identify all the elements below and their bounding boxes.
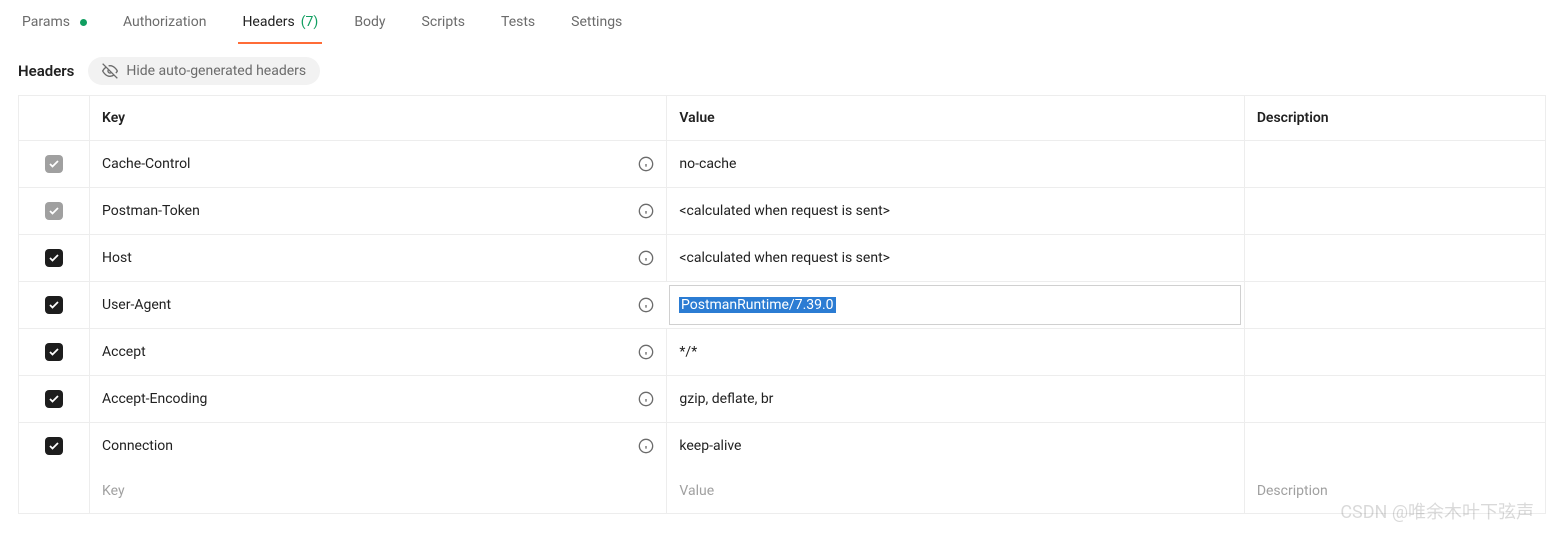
key-column-header: Key xyxy=(89,96,666,140)
value-text: no-cache xyxy=(679,156,736,172)
key-cell[interactable]: Host xyxy=(89,235,666,281)
row-checkbox[interactable] xyxy=(45,249,63,267)
key-text: Cache-Control xyxy=(102,156,190,172)
row-checkbox[interactable] xyxy=(45,296,63,314)
checkbox-cell xyxy=(19,282,89,328)
tab-body[interactable]: Body xyxy=(350,0,389,44)
key-text: Accept-Encoding xyxy=(102,391,207,407)
value-cell[interactable]: PostmanRuntime/7.39.0 xyxy=(669,285,1241,325)
value-cell[interactable]: no-cache xyxy=(666,141,1243,187)
info-icon[interactable] xyxy=(638,344,654,360)
checkbox-column-header xyxy=(19,96,89,140)
tab-headers[interactable]: Headers (7) xyxy=(238,0,322,44)
new-value-input[interactable]: Value xyxy=(666,469,1243,513)
key-cell[interactable]: Accept-Encoding xyxy=(89,376,666,422)
tab-tests[interactable]: Tests xyxy=(497,0,539,44)
value-cell[interactable]: <calculated when request is sent> xyxy=(666,235,1243,281)
modified-dot-icon xyxy=(80,19,87,26)
description-column-header: Description xyxy=(1244,96,1545,140)
description-cell[interactable] xyxy=(1244,282,1545,328)
key-cell[interactable]: Accept xyxy=(89,329,666,375)
new-key-input[interactable]: Key xyxy=(89,469,666,513)
key-text: User-Agent xyxy=(102,297,171,313)
request-tabs: Params Authorization Headers (7) Body Scripts… xyxy=(0,0,1564,45)
tab-label: Headers xyxy=(242,14,294,30)
new-header-row: Key Value Description xyxy=(19,469,1545,513)
tab-label: Params xyxy=(22,14,70,30)
value-column-header: Value xyxy=(666,96,1243,140)
table-row: Cache-Control no-cache xyxy=(19,141,1545,188)
new-row-checkbox-cell xyxy=(19,469,89,513)
checkbox-cell xyxy=(19,329,89,375)
table-header: Key Value Description xyxy=(19,96,1545,141)
tab-settings[interactable]: Settings xyxy=(567,0,626,44)
table-row: Accept-Encoding gzip, deflate, br xyxy=(19,376,1545,423)
table-row: Host <calculated when request is sent> xyxy=(19,235,1545,282)
info-icon[interactable] xyxy=(638,156,654,172)
tab-authorization[interactable]: Authorization xyxy=(119,0,210,44)
key-text: Postman-Token xyxy=(102,203,200,219)
tab-label: Body xyxy=(354,14,385,30)
checkbox-cell xyxy=(19,235,89,281)
tab-scripts[interactable]: Scripts xyxy=(418,0,469,44)
key-cell[interactable]: Cache-Control xyxy=(89,141,666,187)
info-icon[interactable] xyxy=(638,391,654,407)
value-text: gzip, deflate, br xyxy=(679,391,773,407)
info-icon[interactable] xyxy=(638,250,654,266)
value-cell[interactable]: */* xyxy=(666,329,1243,375)
tab-label: Authorization xyxy=(123,14,206,30)
key-cell[interactable]: User-Agent xyxy=(89,282,666,328)
row-checkbox[interactable] xyxy=(45,155,63,173)
table-row: Connection keep-alive xyxy=(19,423,1545,469)
checkbox-cell xyxy=(19,376,89,422)
tab-params[interactable]: Params xyxy=(18,0,91,44)
table-row: Postman-Token <calculated when request is… xyxy=(19,188,1545,235)
row-checkbox[interactable] xyxy=(45,343,63,361)
description-cell[interactable] xyxy=(1244,141,1545,187)
checkbox-cell xyxy=(19,188,89,234)
description-cell[interactable] xyxy=(1244,329,1545,375)
key-text: Host xyxy=(102,250,132,266)
description-cell[interactable] xyxy=(1244,235,1545,281)
description-cell[interactable] xyxy=(1244,423,1545,469)
checkbox-cell xyxy=(19,423,89,469)
row-checkbox[interactable] xyxy=(45,437,63,455)
value-cell[interactable]: <calculated when request is sent> xyxy=(666,188,1243,234)
description-cell[interactable] xyxy=(1244,188,1545,234)
row-checkbox[interactable] xyxy=(45,202,63,220)
description-cell[interactable] xyxy=(1244,376,1545,422)
headers-subheader: Headers Hide auto-generated headers xyxy=(0,45,1564,95)
tab-count: (7) xyxy=(301,14,319,30)
eye-off-icon xyxy=(102,63,118,79)
value-text: PostmanRuntime/7.39.0 xyxy=(679,297,836,313)
tab-label: Settings xyxy=(571,14,622,30)
value-cell[interactable]: gzip, deflate, br xyxy=(666,376,1243,422)
headers-title: Headers xyxy=(18,62,74,80)
value-cell[interactable]: keep-alive xyxy=(666,423,1243,469)
hide-auto-headers-label: Hide auto-generated headers xyxy=(126,63,306,79)
table-row: User-Agent PostmanRuntime/7.39.0 xyxy=(19,282,1545,329)
hide-auto-headers-button[interactable]: Hide auto-generated headers xyxy=(88,57,320,85)
info-icon[interactable] xyxy=(638,297,654,313)
info-icon[interactable] xyxy=(638,438,654,454)
table-row: Accept */* xyxy=(19,329,1545,376)
value-text: */* xyxy=(679,344,697,360)
value-text: <calculated when request is sent> xyxy=(679,203,890,219)
key-cell[interactable]: Connection xyxy=(89,423,666,469)
checkbox-cell xyxy=(19,141,89,187)
row-checkbox[interactable] xyxy=(45,390,63,408)
key-text: Connection xyxy=(102,438,173,454)
key-cell[interactable]: Postman-Token xyxy=(89,188,666,234)
new-description-input[interactable]: Description xyxy=(1244,469,1545,513)
tab-label: Scripts xyxy=(422,14,465,30)
headers-table: Key Value Description Cache-Control no-ca… xyxy=(18,95,1546,514)
info-icon[interactable] xyxy=(638,203,654,219)
tab-label: Tests xyxy=(501,14,535,30)
key-text: Accept xyxy=(102,344,146,360)
value-text: <calculated when request is sent> xyxy=(679,250,890,266)
value-text: keep-alive xyxy=(679,438,741,454)
